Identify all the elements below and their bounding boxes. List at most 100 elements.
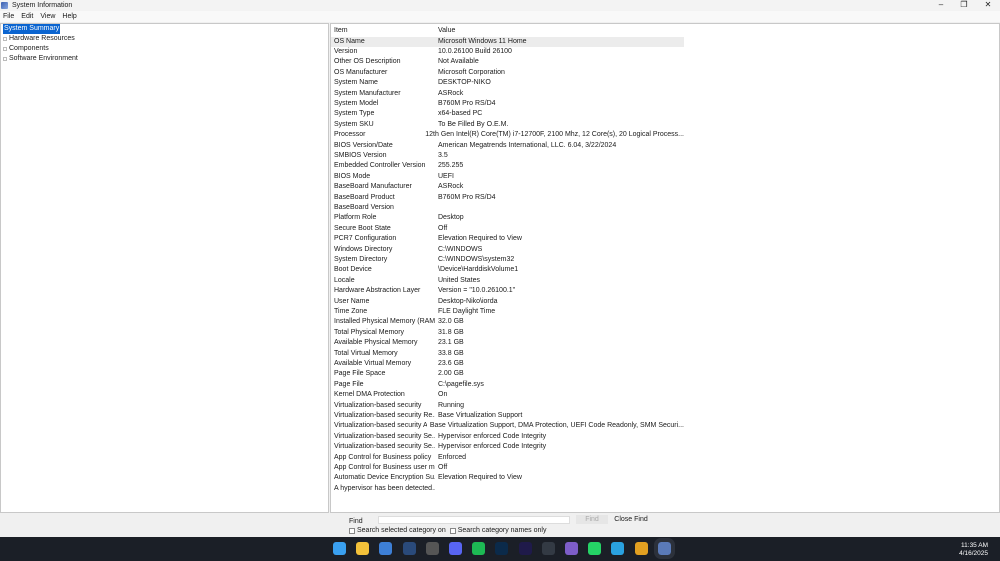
table-row[interactable]: Available Virtual Memory 23.6 GB (331, 359, 684, 369)
telegram-icon[interactable] (611, 542, 625, 555)
table-row[interactable]: App Control for Business policy Enforced (331, 453, 684, 463)
taskbar: 11:35 AM 4/16/2025 (0, 537, 1000, 561)
menu-view[interactable]: View (40, 13, 55, 20)
table-row[interactable]: Installed Physical Memory (RAM) 32.0 GB (331, 317, 684, 327)
find-label: Find (349, 518, 363, 525)
table-row[interactable]: Kernel DMA Protection On (331, 390, 684, 400)
table-row[interactable]: Virtualization-based security Se... Hyper… (331, 432, 684, 442)
row-value: x64-based PC (438, 110, 483, 118)
maximize-button[interactable]: ❐ (952, 0, 976, 11)
table-row[interactable]: Automatic Device Encryption Su... Elevati… (331, 473, 684, 483)
steam-icon[interactable] (402, 542, 416, 555)
table-row[interactable]: Other OS Description Not Available (331, 57, 684, 67)
davinci-icon[interactable] (541, 542, 555, 555)
discord-icon[interactable] (449, 542, 462, 555)
column-header-item[interactable]: Item (331, 26, 435, 36)
table-row[interactable]: BaseBoard Version (331, 203, 684, 213)
photos-icon[interactable] (379, 542, 393, 555)
close-find-button[interactable]: Close Find (612, 515, 650, 524)
table-row[interactable]: BIOS Version/Date American Megatrends Int… (331, 141, 684, 151)
table-row[interactable]: Page File Space 2.00 GB (331, 369, 684, 379)
github-icon[interactable] (425, 542, 439, 555)
row-value: \Device\HarddiskVolume1 (438, 266, 519, 274)
table-row[interactable]: PCR7 Configuration Elevation Required to … (331, 234, 684, 244)
table-row[interactable]: Available Physical Memory 23.1 GB (331, 338, 684, 348)
chrome-icon[interactable] (634, 542, 648, 555)
table-row[interactable]: Virtualization-based security Av... Base … (331, 421, 684, 431)
table-row[interactable]: Page File C:\pagefile.sys (331, 380, 684, 390)
row-item: Time Zone (334, 307, 368, 315)
table-row[interactable]: System Name DESKTOP-NIKO (331, 78, 684, 88)
table-row[interactable]: System Manufacturer ASRock (331, 89, 684, 99)
table-row[interactable]: App Control for Business user m... Off (331, 463, 684, 473)
tree-item-components[interactable]: Components (1, 44, 328, 54)
row-item: Installed Physical Memory (RAM) (334, 318, 435, 326)
expand-icon[interactable] (3, 47, 7, 51)
clock-date[interactable]: 4/16/2025 (959, 550, 988, 558)
table-row[interactable]: Locale United States (331, 276, 684, 286)
table-row[interactable]: BaseBoard Product B760M Pro RS/D4 (331, 193, 684, 203)
search-selected-category-checkbox[interactable] (349, 527, 355, 534)
table-row[interactable]: OS Name Microsoft Windows 11 Home (331, 36, 684, 47)
row-value: 23.6 GB (438, 359, 464, 367)
tree-item-software-environment[interactable]: Software Environment (1, 54, 328, 64)
table-row[interactable]: Hardware Abstraction Layer Version = "10.… (331, 286, 684, 296)
table-row[interactable]: Version 10.0.26100 Build 26100 (331, 47, 684, 57)
menu-help[interactable]: Help (62, 13, 76, 20)
minimize-button[interactable]: – (929, 0, 953, 11)
table-row[interactable]: SMBIOS Version 3.5 (331, 151, 684, 161)
table-row[interactable]: System Type x64-based PC (331, 109, 684, 119)
row-value: Version = "10.0.26100.1" (438, 287, 516, 295)
table-row[interactable]: Total Virtual Memory 33.8 GB (331, 349, 684, 359)
row-item: BIOS Version/Date (334, 141, 393, 149)
category-tree: System Summary Hardware Resources Compon… (0, 23, 329, 513)
row-item: Locale (334, 276, 355, 284)
row-value: 3.5 (438, 151, 448, 159)
column-header-value[interactable]: Value (435, 26, 455, 36)
table-row[interactable]: System Directory C:\WINDOWS\system32 (331, 255, 684, 265)
table-row[interactable]: Virtualization-based security Running (331, 401, 684, 411)
search-category-names-checkbox[interactable] (449, 527, 456, 534)
table-row[interactable]: System Model B760M Pro RS/D4 (331, 99, 684, 109)
tree-item-system-summary[interactable]: System Summary (1, 24, 328, 34)
table-row[interactable]: Processor 12th Gen Intel(R) Core(TM) i7-1… (331, 130, 684, 140)
whatsapp-icon[interactable] (588, 542, 602, 555)
table-row[interactable]: BaseBoard Manufacturer ASRock (331, 182, 684, 192)
table-row[interactable]: Secure Boot State Off (331, 224, 684, 234)
row-value: B760M Pro RS/D4 (438, 193, 496, 201)
table-row[interactable]: Virtualization-based security Re... Base … (331, 411, 684, 421)
row-item: Page File Space (334, 370, 386, 378)
clock-time[interactable]: 11:35 AM (959, 542, 988, 550)
lightroom-icon[interactable] (495, 542, 509, 555)
table-row[interactable]: BIOS Mode UEFI (331, 172, 684, 182)
close-button[interactable]: ✕ (976, 0, 1000, 11)
file-explorer-icon[interactable] (356, 542, 370, 555)
table-row[interactable]: Boot Device \Device\HarddiskVolume1 (331, 265, 684, 275)
table-row[interactable]: User Name Desktop-Niko\iorda (331, 297, 684, 307)
row-value: 23.1 GB (438, 339, 464, 347)
find-button[interactable]: Find (576, 515, 608, 524)
table-row[interactable]: System SKU To Be Filled By O.E.M. (331, 120, 684, 130)
system-information-icon[interactable] (653, 538, 675, 559)
expand-icon[interactable] (3, 37, 7, 41)
table-row[interactable]: Total Physical Memory 31.8 GB (331, 328, 684, 338)
spotify-icon[interactable] (472, 542, 486, 555)
row-value: Desktop-Niko\iorda (438, 297, 498, 305)
row-value: Elevation Required to View (438, 474, 522, 482)
table-row[interactable]: Virtualization-based security Se... Hyper… (331, 442, 684, 452)
row-item: Virtualization-based security (334, 401, 422, 409)
menu-file[interactable]: File (3, 13, 14, 20)
start-icon[interactable] (333, 542, 346, 555)
tree-item-hardware-resources[interactable]: Hardware Resources (1, 34, 328, 44)
premiere-icon[interactable] (518, 542, 532, 555)
find-input[interactable] (378, 516, 570, 524)
table-row[interactable]: A hypervisor has been detected.... (331, 484, 684, 494)
table-row[interactable]: Platform Role Desktop (331, 213, 684, 223)
table-row[interactable]: Embedded Controller Version 255.255 (331, 161, 684, 171)
viber-icon[interactable] (565, 542, 578, 555)
expand-icon[interactable] (3, 57, 7, 61)
table-row[interactable]: Windows Directory C:\WINDOWS (331, 245, 684, 255)
table-row[interactable]: OS Manufacturer Microsoft Corporation (331, 68, 684, 78)
menu-edit[interactable]: Edit (21, 13, 33, 20)
table-row[interactable]: Time Zone FLE Daylight Time (331, 307, 684, 317)
